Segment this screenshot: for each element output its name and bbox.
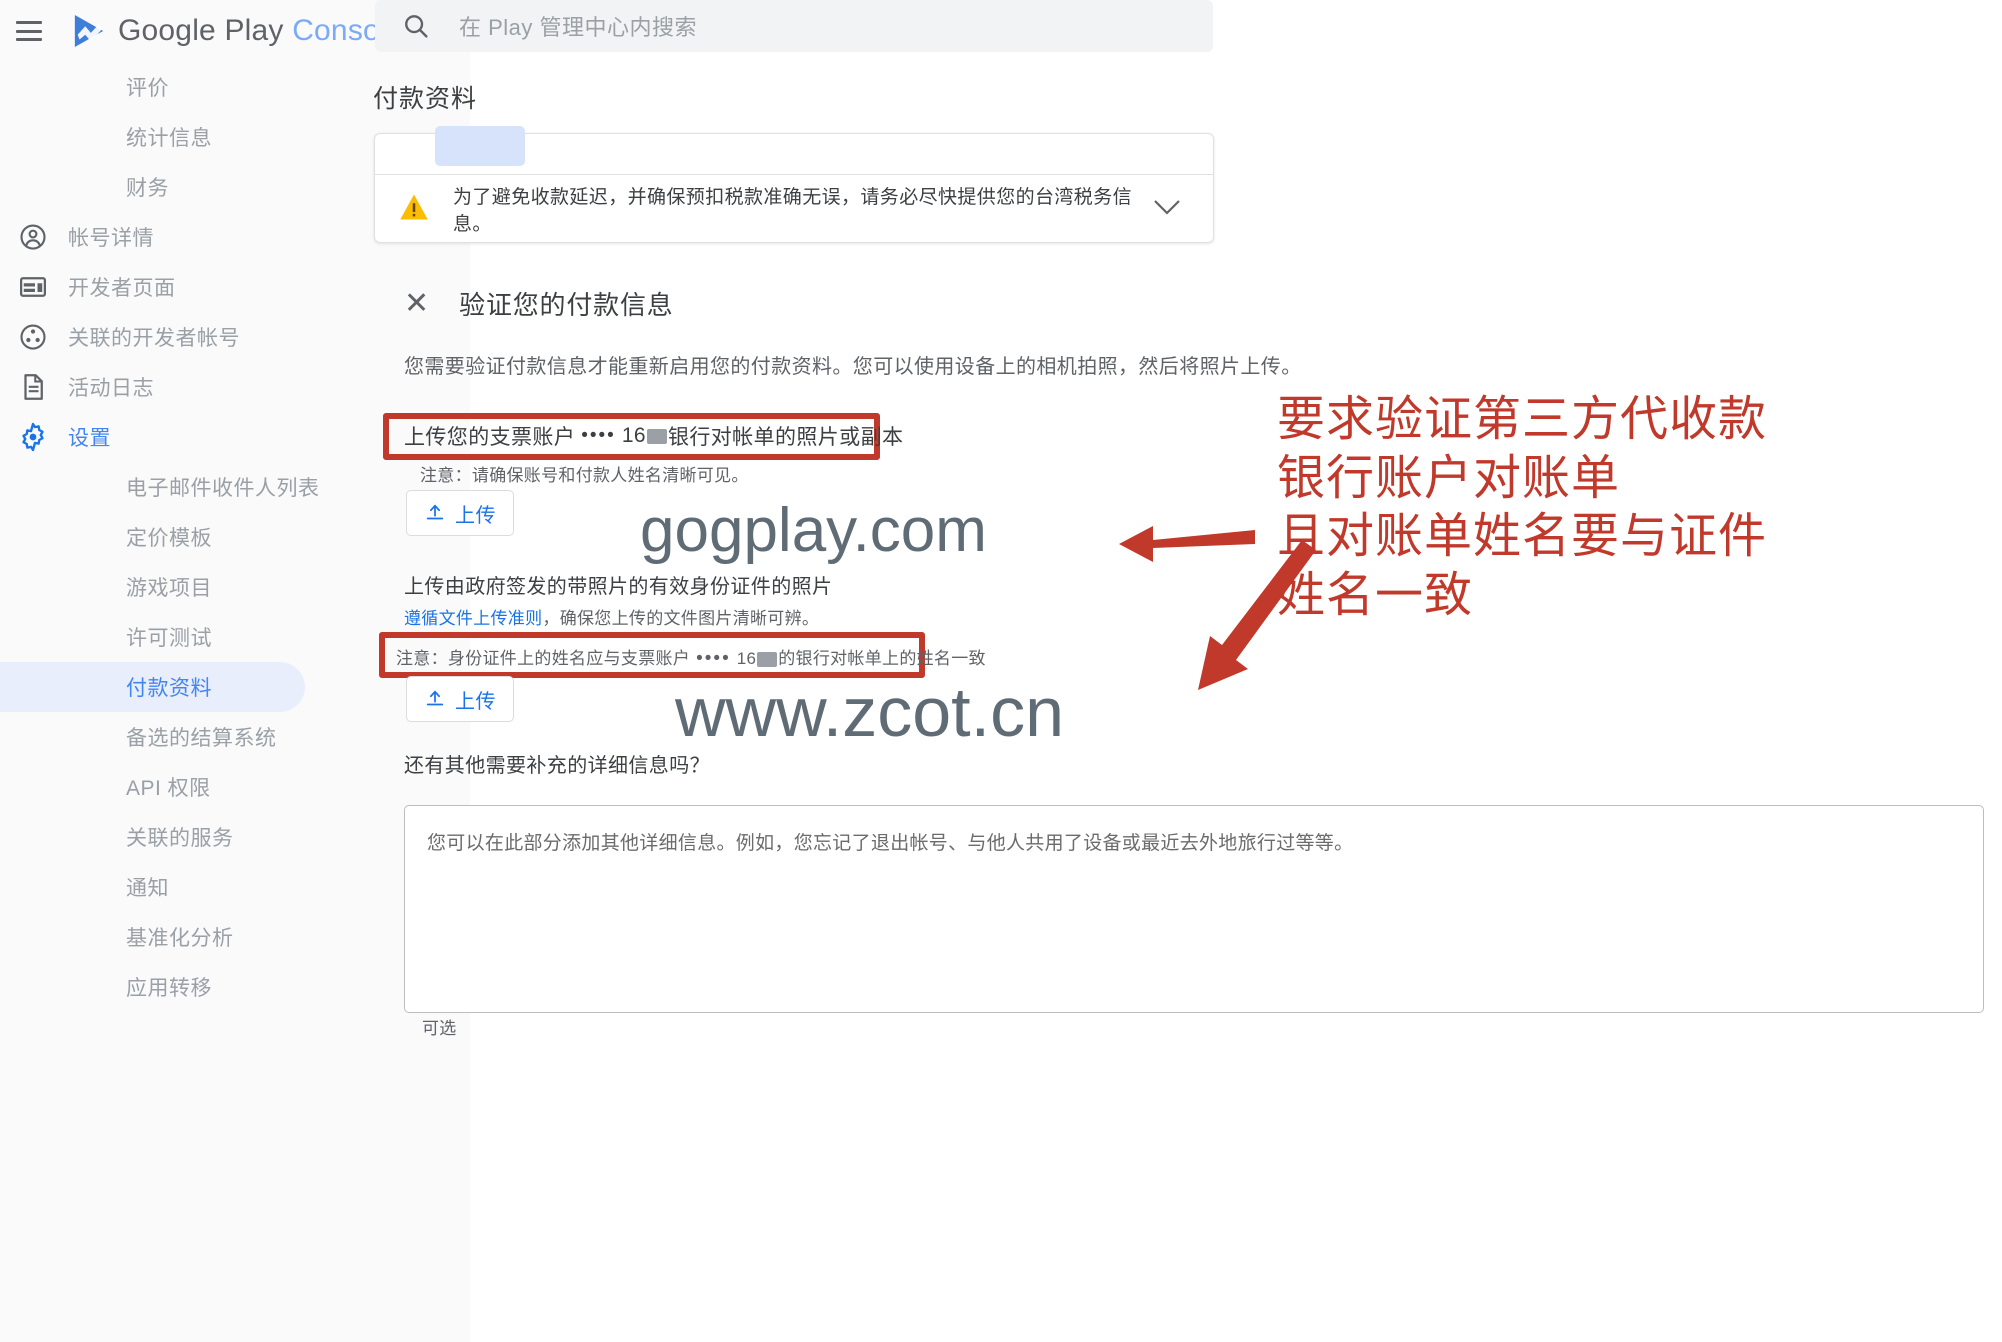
verification-description: 您需要验证付款信息才能重新启用您的付款资料。您可以使用设备上的相机拍照，然后将照… <box>404 356 1302 378</box>
sidebar-item-label: API 权限 <box>126 777 211 800</box>
sidebar-item-label: 财务 <box>126 177 169 200</box>
identity-note-prefix: 注意：身份证件上的姓名应与支票账户 <box>396 649 691 668</box>
redacted-digits-mask <box>646 428 667 444</box>
identity-upload-label: 上传由政府签发的带照片的有效身份证件的照片 <box>404 576 833 598</box>
sidebar-item-label: 关联的服务 <box>126 827 234 850</box>
watermark-gogplay: gogplay.com <box>640 496 987 565</box>
watermark-zcot: www.zcot.cn <box>675 673 1064 751</box>
sidebar-item-10[interactable]: 游戏项目 <box>0 562 470 612</box>
sidebar-item-16[interactable]: 通知 <box>0 862 470 912</box>
sidebar-item-label: 基准化分析 <box>126 927 234 950</box>
tax-info-card: 为了避免收款延迟，并确保预扣税款准确无误，请务必尽快提供您的台湾税务信息。 <box>374 126 1214 243</box>
chevron-down-icon[interactable] <box>1151 197 1183 222</box>
sidebar-item-label: 电子邮件收件人列表 <box>126 477 320 500</box>
sidebar-item-label: 应用转移 <box>126 977 212 1000</box>
brand-title-primary: Google Play <box>118 14 284 47</box>
identity-note-dots: •••• <box>696 648 731 669</box>
identity-guideline-rest: ，确保您上传的文件图片清晰可辨。 <box>542 609 820 628</box>
sidebar-item-13[interactable]: 备选的结算系统 <box>0 712 470 762</box>
upload-statement-button[interactable]: 上传 <box>406 490 514 536</box>
file-upload-guidelines-link[interactable]: 遵循文件上传准则 <box>404 609 542 628</box>
google-play-logo <box>74 14 104 48</box>
upload-statement-label: 上传 <box>455 504 496 527</box>
sidebar-item-17[interactable]: 基准化分析 <box>0 912 470 962</box>
annotation-text-block: 要求验证第三方代收款 银行账户对账单 且对账单姓名要与证件 姓名一致 <box>1277 391 1997 625</box>
identity-note-digits: 16 <box>736 649 757 668</box>
statement-label-suffix: 银行对帐单的照片或副本 <box>667 426 904 449</box>
sidebar-item-12[interactable]: 付款资料 <box>0 662 305 712</box>
statement-note: 注意：请确保账号和付款人姓名清晰可见。 <box>420 466 749 485</box>
developer-page-icon <box>10 262 56 312</box>
sidebar-item-label: 开发者页面 <box>68 277 176 300</box>
sidebar-item-8[interactable]: 电子邮件收件人列表 <box>0 462 470 512</box>
tax-warning-banner[interactable]: 为了避免收款延迟，并确保预扣税款准确无误，请务必尽快提供您的台湾税务信息。 <box>375 175 1213 243</box>
linked-accounts-icon <box>10 312 56 362</box>
sidebar-item-label: 统计信息 <box>126 127 212 150</box>
optional-label: 可选 <box>422 1019 457 1038</box>
account-icon <box>10 212 56 262</box>
app-root: Google Play Console 评价统计信息财务帐号详情开发者页面关联的… <box>0 0 2002 1342</box>
sidebar-item-label: 定价模板 <box>126 527 212 550</box>
search-input[interactable]: 在 Play 管理中心内搜索 <box>375 0 1213 52</box>
sidebar-item-label: 设置 <box>68 427 111 450</box>
sidebar-item-5[interactable]: 关联的开发者帐号 <box>0 312 470 362</box>
warning-triangle-icon <box>399 193 429 226</box>
sidebar-item-14[interactable]: API 权限 <box>0 762 470 812</box>
extra-details-placeholder: 您可以在此部分添加其他详细信息。例如，您忘记了退出帐号、与他人共用了设备或最近去… <box>427 833 1354 854</box>
upload-icon-2 <box>424 688 446 710</box>
sidebar-item-18[interactable]: 应用转移 <box>0 962 470 1012</box>
sidebar-item-label: 关联的开发者帐号 <box>68 327 240 350</box>
extra-details-textarea[interactable]: 您可以在此部分添加其他详细信息。例如，您忘记了退出帐号、与他人共用了设备或最近去… <box>404 805 1984 1013</box>
sidebar-item-label: 游戏项目 <box>126 577 212 600</box>
activity-log-icon <box>10 362 56 412</box>
identity-note: 注意：身份证件上的姓名应与支票账户 •••• 16 的银行对帐单上的姓名一致 <box>396 644 986 670</box>
tax-warning-text: 为了避免收款延迟，并确保预扣税款准确无误，请务必尽快提供您的台湾税务信息。 <box>453 187 1133 235</box>
upload-icon <box>424 502 446 524</box>
statement-account-dots: •••• <box>581 425 616 446</box>
annotation-line-3: 且对账单姓名要与证件 <box>1277 510 1768 564</box>
sidebar-item-label: 付款资料 <box>126 677 212 700</box>
gear-icon <box>10 412 56 462</box>
statement-label-prefix: 上传您的支票账户 <box>404 426 576 449</box>
sidebar-item-15[interactable]: 关联的服务 <box>0 812 470 862</box>
upload-identity-button[interactable]: 上传 <box>406 676 514 722</box>
verification-heading: 验证您的付款信息 <box>459 290 674 320</box>
sidebar-item-label: 备选的结算系统 <box>126 727 277 750</box>
identity-note-suffix: 的银行对帐单上的姓名一致 <box>778 649 986 668</box>
hamburger-icon[interactable] <box>16 21 42 41</box>
sidebar-item-label: 评价 <box>126 77 169 100</box>
sidebar-item-9[interactable]: 定价模板 <box>0 512 470 562</box>
upload-identity-label: 上传 <box>455 690 496 713</box>
verification-header: ✕ 验证您的付款信息 <box>404 285 674 322</box>
sidebar-item-label: 通知 <box>126 877 169 900</box>
identity-guideline-line: 遵循文件上传准则，确保您上传的文件图片清晰可辨。 <box>404 604 819 629</box>
down-left-arrow-icon <box>1198 540 1316 690</box>
search-icon <box>401 11 431 41</box>
sidebar-item-4[interactable]: 开发者页面 <box>0 262 470 312</box>
statement-upload-label: 上传您的支票账户 •••• 16 银行对帐单的照片或副本 <box>404 421 903 451</box>
sidebar-item-label: 许可测试 <box>126 627 212 650</box>
search-placeholder: 在 Play 管理中心内搜索 <box>459 15 698 40</box>
statement-account-digits: 16 <box>621 424 646 447</box>
sidebar-item-label: 活动日志 <box>68 377 154 400</box>
annotation-line-1: 要求验证第三方代收款 <box>1277 393 1768 446</box>
page-title: 付款资料 <box>373 85 478 113</box>
brand-title: Google Play Console <box>118 14 404 48</box>
annotation-line-2: 银行账户对账单 <box>1277 451 1621 505</box>
card-chip-placeholder <box>435 126 525 166</box>
annotation-line-4: 姓名一致 <box>1277 568 1474 622</box>
sidebar-item-6[interactable]: 活动日志 <box>0 362 470 412</box>
redacted-digits-mask-2 <box>757 652 778 668</box>
sidebar-item-label: 帐号详情 <box>68 227 154 250</box>
close-x-icon[interactable]: ✕ <box>404 288 429 319</box>
extra-details-question: 还有其他需要补充的详细信息吗？ <box>404 755 710 777</box>
